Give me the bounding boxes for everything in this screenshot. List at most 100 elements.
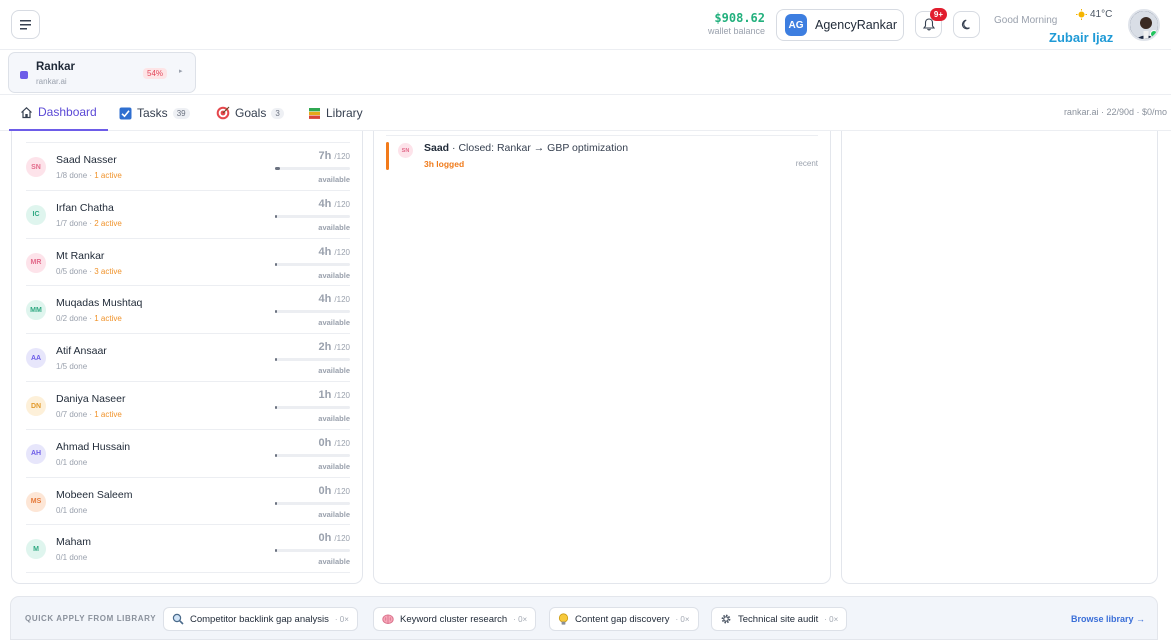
member-status: 0/2 done · 1 active [56, 314, 122, 324]
member-hours: 1h /120 [319, 389, 350, 401]
quick-apply-content-gap[interactable]: Content gap discovery · 0× [549, 607, 699, 631]
member-name: Atif Ansaar [56, 345, 107, 358]
project-url: rankar.ai [36, 77, 67, 86]
member-hours-capacity: /120 [334, 152, 350, 161]
team-member-row[interactable]: MS Mobeen Saleem 0/1 done 0h /120 available [26, 476, 350, 525]
browse-library-link[interactable]: Browse library → [1071, 614, 1145, 624]
project-usage-meta: rankar.ai · 22/90d · $0/mo [1063, 107, 1167, 117]
member-done-count: 0/1 done [56, 553, 88, 563]
team-member-row[interactable]: SN Saad Nasser 1/8 done · 1 active 7h /120 a… [26, 142, 350, 190]
member-avatar: M [26, 539, 46, 560]
member-workload-track [275, 358, 350, 362]
chevron-right-icon: ▸ [179, 68, 183, 75]
agency-switcher[interactable]: AG AgencyRankar [776, 9, 904, 41]
member-hours-capacity: /120 [334, 534, 350, 544]
member-done-count: 1/5 done [56, 362, 88, 372]
tab-library-label: Library [326, 106, 363, 120]
member-workload-fill [275, 310, 278, 314]
activity-time: recent [795, 159, 818, 168]
member-hours-value: 1h [318, 389, 332, 401]
member-workload-fill [275, 501, 277, 505]
quick-apply-bar: QUICK APPLY FROM LIBRARY Competitor back… [10, 596, 1158, 640]
member-name: Irfan Chatha [56, 201, 114, 214]
member-status: 0/7 done · 1 active [56, 410, 122, 419]
quick-apply-item-count: · 0× [334, 614, 349, 624]
menu-toggle-button[interactable] [11, 10, 40, 39]
team-member-row[interactable]: MM Muqadas Mushtaq 0/2 done · 1 active 4h /… [26, 285, 350, 333]
tab-dashboard[interactable]: Dashboard [9, 95, 108, 131]
quick-apply-item-label: Keyword cluster research [400, 613, 508, 625]
team-member-row[interactable]: MR Mt Rankar 0/5 done · 3 active 4h /120 ava… [26, 237, 350, 286]
member-availability: available [318, 461, 350, 471]
member-availability: available [318, 414, 350, 423]
member-done-count: 0/2 done [56, 314, 88, 324]
greeting-block: Good Morning 41°C Zubair Ijaz [994, 9, 1122, 45]
member-status: 0/1 done [56, 458, 87, 467]
activity-actor: Saad [424, 142, 450, 154]
project-progress-badge: 54% [143, 68, 168, 79]
tab-goals-count: 3 [271, 107, 284, 119]
member-availability: available [318, 318, 350, 328]
member-avatar: MS [26, 491, 46, 512]
tab-library[interactable]: Library [308, 95, 363, 131]
member-done-count: 1/7 done [56, 218, 88, 228]
tab-tasks-label: Tasks [137, 106, 168, 120]
divider [386, 135, 818, 136]
quick-apply-item-count: · 0× [824, 614, 839, 624]
target-icon [216, 106, 230, 120]
team-member-row[interactable]: DN Daniya Naseer 0/7 done · 1 active 1h /12… [26, 381, 350, 429]
member-hours: 0h /120 [319, 532, 350, 544]
member-status: 0/1 done [56, 506, 87, 515]
user-avatar[interactable] [1128, 9, 1160, 41]
book-icon [309, 107, 320, 119]
member-avatar: DN [26, 396, 46, 416]
tab-tasks[interactable]: Tasks 39 [119, 95, 190, 131]
greeting-text: Good Morning [994, 15, 1058, 26]
tab-goals[interactable]: Goals 3 [216, 95, 284, 131]
member-workload-fill [275, 214, 278, 218]
activity-logged-hours: 3h logged [424, 159, 465, 169]
lightbulb-icon [558, 612, 569, 625]
quick-apply-label: QUICK APPLY FROM LIBRARY [25, 614, 157, 623]
member-done-count: 0/5 done [56, 266, 88, 276]
team-member-row[interactable]: IC Irfan Chatha 1/7 done · 2 active 4h /120… [26, 189, 350, 238]
wallet-balance[interactable]: $908.62 wallet balance [708, 11, 765, 36]
weather-widget: 41°C [1076, 9, 1112, 20]
activity-description: · Closed: Rankar → GBP optimization [452, 142, 629, 154]
online-status-dot [1150, 30, 1158, 38]
agency-name: AgencyRankar [815, 18, 897, 32]
activity-item[interactable]: SN Saad · Closed: Rankar → GBP optimizat… [386, 142, 818, 170]
project-card[interactable]: Rankar rankar.ai 54% ▸ [8, 52, 196, 93]
project-color-swatch [20, 71, 28, 79]
member-hours-capacity: /120 [334, 247, 350, 257]
quick-apply-keyword-cluster[interactable]: Keyword cluster research · 0× [373, 607, 537, 631]
gear-icon [721, 614, 731, 624]
member-done-count: 1/8 done [56, 171, 88, 180]
team-member-row[interactable]: AA Atif Ansaar 1/5 done 2h /120 available [26, 333, 350, 381]
member-name: Daniya Naseer [56, 393, 126, 405]
member-workload-fill [275, 406, 277, 409]
member-workload-track [275, 549, 350, 553]
tab-bar: Dashboard Tasks 39 Goals 3 Library ranka… [0, 95, 1171, 131]
team-member-row[interactable]: M Maham 0/1 done 0h /120 available [26, 524, 350, 572]
quick-apply-competitor-backlink[interactable]: Competitor backlink gap analysis · 0× [163, 607, 358, 631]
member-workload-fill [275, 167, 280, 170]
member-hours-capacity: /120 [334, 199, 350, 209]
theme-toggle-button[interactable] [953, 11, 980, 38]
member-hours-value: 0h [318, 484, 332, 497]
right-side-panel [841, 131, 1158, 584]
member-hours-value: 0h [318, 532, 332, 545]
member-status: 0/5 done · 3 active [56, 266, 122, 276]
member-hours-value: 2h [318, 341, 332, 354]
quick-apply-item-label: Technical site audit [738, 613, 819, 625]
notifications-button[interactable]: 9+ [915, 8, 947, 38]
team-member-row[interactable]: AH Ahmad Hussain 0/1 done 0h /120 available [26, 428, 350, 477]
member-workload-fill [275, 453, 277, 457]
member-workload-fill [275, 262, 278, 266]
member-status: 1/5 done [56, 362, 87, 371]
member-workload-fill [275, 358, 277, 362]
member-hours: 0h /120 [319, 437, 350, 449]
magnifier-icon [172, 613, 184, 625]
moon-icon [961, 19, 970, 29]
quick-apply-technical-audit[interactable]: Technical site audit · 0× [711, 607, 848, 631]
